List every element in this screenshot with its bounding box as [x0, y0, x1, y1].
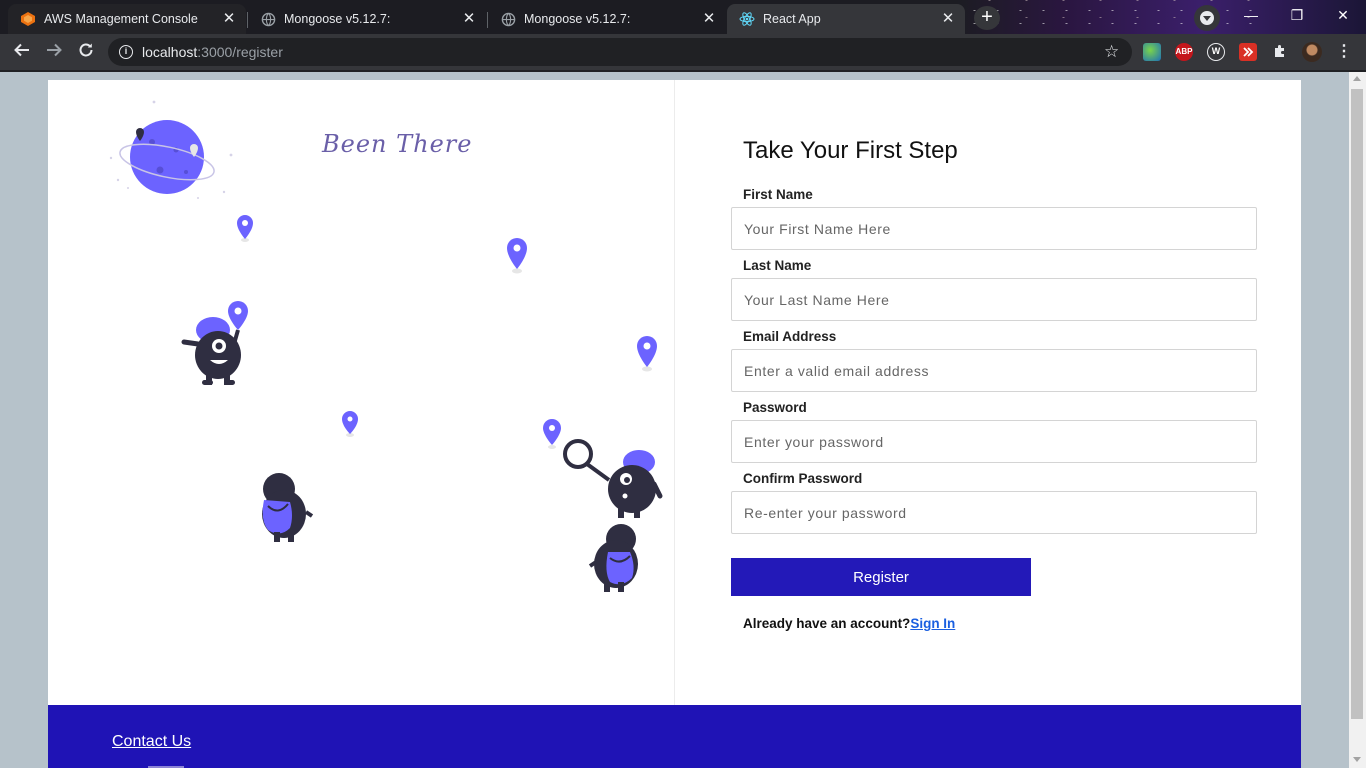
- password-input[interactable]: [731, 420, 1257, 463]
- tab-title: Mongoose v5.12.7:: [284, 12, 391, 26]
- extensions-puzzle-icon[interactable]: [1271, 43, 1289, 61]
- forward-icon[interactable]: [42, 41, 66, 63]
- media-extension-icon[interactable]: [1239, 43, 1257, 61]
- map-pin-icon: [507, 238, 527, 274]
- panel-divider: [674, 80, 675, 705]
- first-name-input[interactable]: [731, 207, 1257, 250]
- close-tab-icon[interactable]: ✕: [700, 10, 718, 28]
- restore-button[interactable]: ❐: [1274, 0, 1320, 30]
- browser-menu-icon[interactable]: ⋮: [1336, 41, 1352, 61]
- backpack-figure: [588, 524, 638, 592]
- globe-icon: [260, 11, 276, 27]
- tab-mongoose-2[interactable]: Mongoose v5.12.7: ✕: [488, 4, 726, 34]
- react-icon: [739, 11, 755, 27]
- map-pin-icon: [342, 411, 358, 437]
- map-pin-icon: [237, 215, 253, 242]
- adblock-plus-icon[interactable]: ABP: [1175, 43, 1193, 61]
- scroll-up-icon[interactable]: [1353, 76, 1361, 81]
- minimize-button[interactable]: —: [1228, 0, 1274, 30]
- tab-search-button[interactable]: [1194, 5, 1220, 31]
- address-bar[interactable]: i localhost:3000/register ☆: [108, 38, 1132, 66]
- globe-icon: [500, 11, 516, 27]
- tab-title: Mongoose v5.12.7:: [524, 12, 631, 26]
- map-pin-icon: [637, 336, 657, 372]
- browser-toolbar: i localhost:3000/register ☆ ABP W ⋮: [0, 34, 1366, 70]
- form-title: Take Your First Step: [743, 137, 958, 164]
- scroll-down-icon[interactable]: [1353, 757, 1361, 762]
- tab-title: React App: [763, 12, 821, 26]
- profile-avatar[interactable]: [1302, 42, 1322, 62]
- illustration-panel: [109, 100, 663, 592]
- signin-prompt: Already have an account?Sign In: [743, 616, 955, 631]
- browser-tab-strip: AWS Management Console ✕ Mongoose v5.12.…: [0, 0, 1366, 34]
- brand-logo-text: Been There: [322, 130, 473, 158]
- register-button[interactable]: Register: [731, 558, 1031, 596]
- email-label: Email Address: [743, 329, 837, 344]
- close-tab-icon[interactable]: ✕: [939, 10, 957, 28]
- bookmark-star-icon[interactable]: ☆: [1104, 42, 1119, 62]
- contact-us-link[interactable]: Contact Us: [112, 733, 191, 751]
- tab-aws-console[interactable]: AWS Management Console ✕: [8, 4, 246, 34]
- password-label: Password: [743, 400, 807, 415]
- extension-globe-icon[interactable]: [1143, 43, 1161, 61]
- wappalyzer-icon[interactable]: W: [1207, 43, 1225, 61]
- planet-logo-icon: [109, 100, 233, 199]
- url-text: localhost:3000/register: [142, 44, 283, 60]
- chevron-down-icon: [1203, 16, 1211, 21]
- tab-title: AWS Management Console: [44, 12, 198, 26]
- scrollbar-thumb[interactable]: [1351, 89, 1363, 719]
- backpack-figure: [262, 473, 314, 542]
- aws-icon: [20, 11, 36, 27]
- tab-mongoose-1[interactable]: Mongoose v5.12.7: ✕: [248, 4, 486, 34]
- close-window-button[interactable]: ✕: [1320, 0, 1366, 30]
- reload-icon[interactable]: [74, 41, 98, 63]
- last-name-label: Last Name: [743, 258, 812, 273]
- signin-prompt-text: Already have an account?: [743, 616, 911, 631]
- toolbar-bottom-edge: [0, 70, 1366, 72]
- page-footer: Contact Us: [48, 705, 1301, 768]
- back-icon[interactable]: [10, 41, 34, 63]
- monster-with-magnifier-figure: [563, 439, 663, 518]
- new-tab-button[interactable]: +: [974, 6, 1000, 30]
- first-name-label: First Name: [743, 187, 813, 202]
- last-name-input[interactable]: [731, 278, 1257, 321]
- tab-react-app[interactable]: React App ✕: [727, 4, 965, 34]
- register-card: Been There Take Your First Step First Na…: [48, 80, 1301, 705]
- monster-holding-pin-figure: [181, 301, 248, 385]
- sign-in-link[interactable]: Sign In: [910, 616, 955, 631]
- confirm-password-input[interactable]: [731, 491, 1257, 534]
- site-info-icon[interactable]: i: [119, 45, 133, 59]
- page-scrollbar[interactable]: [1349, 72, 1366, 768]
- email-input[interactable]: [731, 349, 1257, 392]
- close-tab-icon[interactable]: ✕: [460, 10, 478, 28]
- close-tab-icon[interactable]: ✕: [220, 10, 238, 28]
- map-pin-icon: [543, 419, 561, 449]
- confirm-password-label: Confirm Password: [743, 471, 863, 486]
